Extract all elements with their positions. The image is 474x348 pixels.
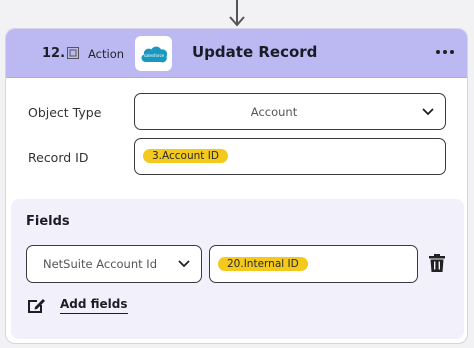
record-id-label: Record ID [28, 150, 89, 165]
object-type-label: Object Type [28, 105, 102, 120]
step-header[interactable]: 12. Action salesforce Update Record [6, 29, 467, 78]
edit-icon [28, 299, 45, 313]
fields-section: Fields NetSuite Account Id 20.Internal I… [11, 199, 464, 339]
more-options-icon[interactable] [436, 49, 454, 55]
chevron-down-icon [422, 107, 434, 115]
step-title: Update Record [192, 43, 318, 61]
field-select[interactable]: NetSuite Account Id [26, 245, 202, 283]
field-select-value: NetSuite Account Id [43, 257, 157, 271]
action-icon [67, 47, 79, 59]
chevron-down-icon [178, 260, 190, 268]
field-value-token[interactable]: 20.Internal ID [218, 257, 308, 271]
step-type-label: Action [88, 47, 125, 61]
field-value-input[interactable]: 20.Internal ID [209, 245, 418, 283]
trash-icon[interactable] [429, 254, 445, 272]
step-number: 12. [42, 46, 66, 61]
add-fields-button[interactable]: Add fields [26, 296, 128, 314]
down-arrow-icon [229, 0, 245, 27]
salesforce-logo: salesforce [135, 36, 172, 71]
object-type-select[interactable]: Account [134, 93, 446, 130]
object-type-value: Account [250, 104, 298, 119]
step-card: 12. Action salesforce Update Record Obje… [5, 28, 468, 344]
record-id-token[interactable]: 3.Account ID [143, 149, 228, 163]
record-id-input[interactable]: 3.Account ID [134, 138, 446, 175]
add-fields-label: Add fields [60, 297, 128, 314]
salesforce-logo-text: salesforce [143, 53, 164, 58]
fields-title: Fields [26, 214, 70, 229]
